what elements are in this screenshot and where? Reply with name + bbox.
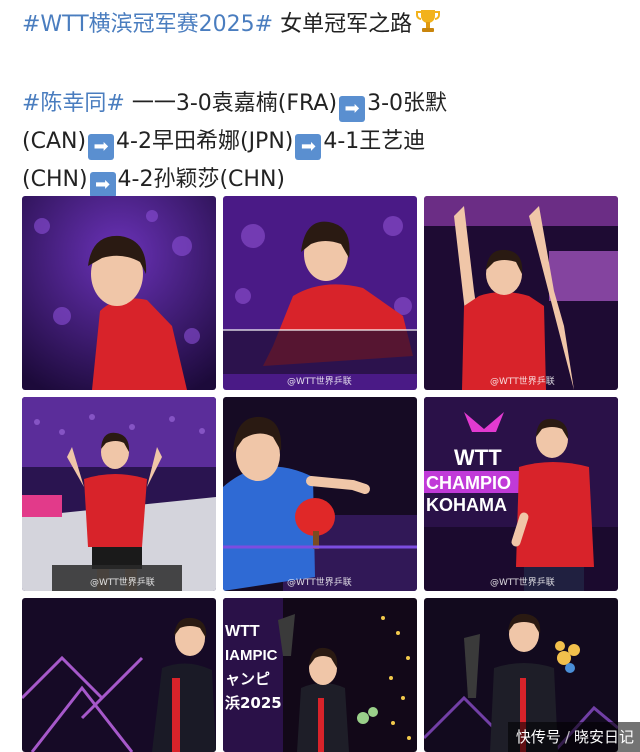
photo-7[interactable] [22, 598, 216, 752]
watermark: @WTT世界乒联 [287, 377, 352, 387]
right-arrow-icon: ➡ [295, 134, 322, 160]
right-arrow-icon: ➡ [88, 134, 115, 160]
hashtag-player[interactable]: #陈幸同# [22, 91, 125, 116]
banner-jp: ャンピ [225, 670, 270, 688]
banner-wtt: WTT [225, 623, 260, 640]
banner-city: KOHAMA [426, 495, 507, 515]
banner-champ: IAMPIC [225, 647, 278, 664]
photo-4[interactable]: @WTT世界乒联 [22, 397, 216, 591]
post-line-1: #WTT横滨冠军赛2025# 女单冠军之路 [22, 6, 622, 47]
post-line-2: #陈幸同# 一一3-0袁嘉楠(FRA) ➡ 3-0张默 [22, 85, 622, 123]
banner-wtt: WTT [454, 445, 502, 470]
footer-separator: / [564, 728, 570, 746]
photo-2[interactable]: @WTT世界乒联 [223, 196, 417, 390]
footer-watermark: 快传号 / 晓安日记 [507, 722, 640, 752]
watermark: @WTT世界乒联 [90, 578, 155, 588]
match-4-score: 4-1王艺迪 [323, 129, 426, 154]
footer-author: 晓安日记 [573, 728, 634, 746]
footer-app-name: 快传号 [515, 728, 561, 746]
right-arrow-icon: ➡ [339, 96, 366, 122]
banner-champ: CHAMPIO [426, 473, 511, 493]
match-2-score: 3-0张默 [367, 91, 448, 116]
match-1-text: 一一3-0袁嘉楠(FRA) [124, 91, 338, 116]
right-arrow-icon: ➡ [89, 172, 116, 198]
photo-3[interactable]: @WTT世界乒联 [424, 196, 618, 390]
match-2-country: (CAN) [22, 129, 87, 154]
banner-year: 浜2025 [225, 694, 282, 712]
trophy-icon [416, 8, 441, 47]
watermark: @WTT世界乒联 [490, 578, 555, 588]
watermark: @WTT世界乒联 [287, 578, 352, 588]
post-text: #WTT横滨冠军赛2025# 女单冠军之路 #陈幸同# 一一3-0袁嘉楠(FRA… [22, 6, 622, 199]
post-line-3: (CAN) ➡ 4-2早田希娜(JPN) ➡ 4-1王艺迪 [22, 123, 622, 161]
photo-8[interactable]: WTT IAMPIC ャンピ 浜2025 [223, 598, 417, 752]
match-4-country: (CHN) [22, 167, 88, 192]
post-line-4: (CHN) ➡ 4-2孙颖莎(CHN) [22, 161, 622, 199]
photo-5[interactable]: @WTT世界乒联 [223, 397, 417, 591]
match-5-text: 4-2孙颖莎(CHN) [117, 167, 285, 192]
photo-1[interactable] [22, 196, 216, 390]
watermark: @WTT世界乒联 [490, 377, 555, 387]
post-title-text: 女单冠军之路 [273, 12, 413, 37]
hashtag-tournament[interactable]: #WTT横滨冠军赛2025# [22, 12, 273, 37]
match-3-text: 4-2早田希娜(JPN) [116, 129, 294, 154]
photo-6[interactable]: WTT CHAMPIO KOHAMA @WTT世界乒联 [424, 397, 618, 591]
